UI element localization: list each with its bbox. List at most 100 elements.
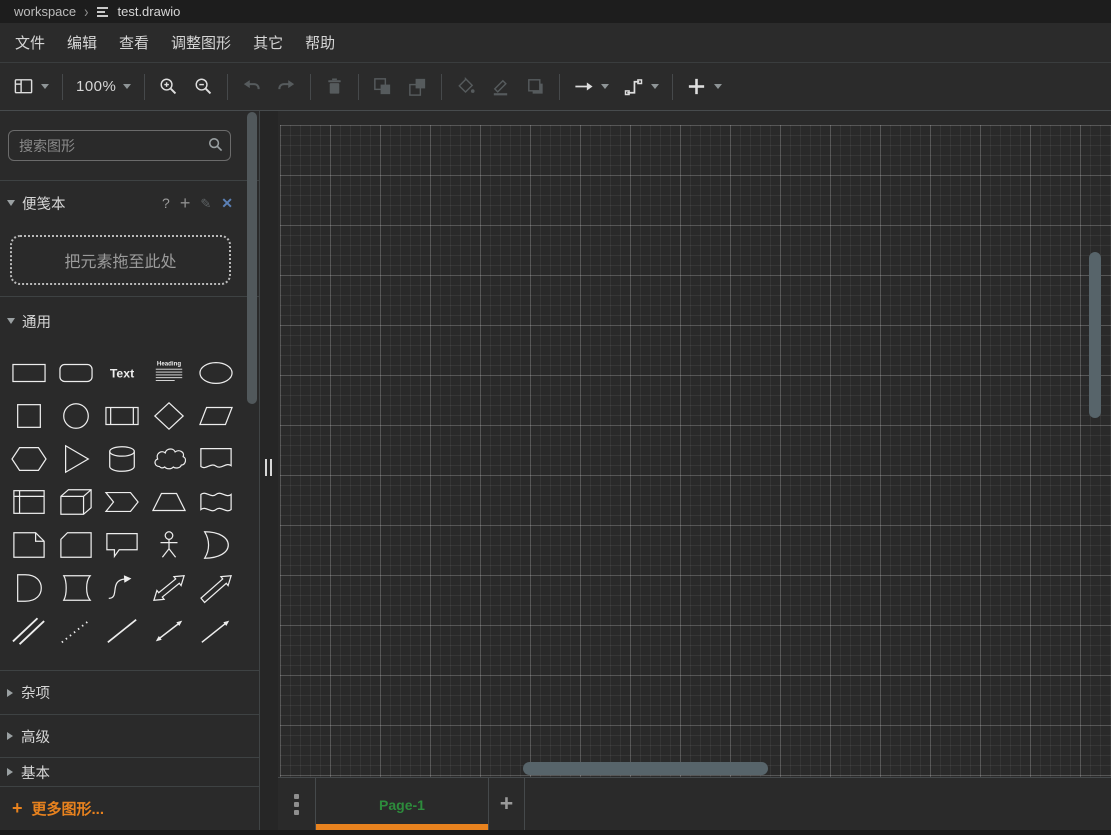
section-basic-title: 基本 <box>21 762 50 783</box>
shape-triangle[interactable] <box>53 437 100 480</box>
search-row <box>0 111 259 180</box>
menu-view[interactable]: 查看 <box>108 27 160 58</box>
canvas-horizontal-scrollbar[interactable] <box>523 762 768 775</box>
shape-parallelogram[interactable] <box>192 394 239 437</box>
svg-text:Heading: Heading <box>157 360 181 367</box>
sidebar-scrollbar[interactable] <box>247 112 257 404</box>
scratchpad-close-button[interactable]: ✕ <box>221 196 233 210</box>
shape-ellipse[interactable] <box>192 351 239 394</box>
scratchpad-add-button[interactable]: + <box>180 194 191 212</box>
shape-callout[interactable] <box>99 523 146 566</box>
shape-actor[interactable] <box>146 523 193 566</box>
shape-note[interactable] <box>6 523 53 566</box>
plus-icon: + <box>12 798 23 819</box>
section-basic[interactable]: 基本 <box>0 758 259 786</box>
shape-rounded-rectangle[interactable] <box>53 351 100 394</box>
shape-tape[interactable] <box>192 480 239 523</box>
toolbar-separator <box>144 74 145 100</box>
scratchpad-header[interactable]: 便笺本 ?+✎✕ <box>0 181 259 225</box>
more-shapes-button[interactable]: + 更多图形... <box>0 787 259 830</box>
toolbar-connection-button[interactable] <box>566 70 616 104</box>
menu-edit[interactable]: 编辑 <box>56 27 108 58</box>
shape-internal-storage[interactable] <box>6 480 53 523</box>
shape-hexagon[interactable] <box>6 437 53 480</box>
toolbar-separator <box>310 74 311 100</box>
shape-data-storage[interactable] <box>53 566 100 609</box>
shape-and[interactable] <box>6 566 53 609</box>
shape-step[interactable] <box>99 480 146 523</box>
shape-bidirectional-connector[interactable] <box>146 609 193 652</box>
toolbar-zoom-in-button[interactable] <box>151 70 186 104</box>
chevron-down-icon <box>7 200 15 206</box>
breadcrumb: workspace › test.drawio <box>0 0 1111 23</box>
shape-bidirectional-arrow[interactable] <box>146 566 193 609</box>
sidebar-splitter[interactable] <box>260 111 278 830</box>
shape-trapezoid[interactable] <box>146 480 193 523</box>
search-input[interactable] <box>8 130 231 161</box>
section-advanced[interactable]: 高级 <box>0 715 259 757</box>
section-general[interactable]: 通用 <box>0 297 259 345</box>
shape-textbox[interactable]: Heading <box>146 351 193 394</box>
more-shapes-label: 更多图形... <box>32 798 105 819</box>
shape-line[interactable] <box>99 609 146 652</box>
connection-icon <box>573 76 594 97</box>
toolbar-insert-button[interactable] <box>679 70 729 104</box>
toolbar-delete-button <box>317 70 352 104</box>
general-shape-grid: Text Heading <box>0 345 259 670</box>
shape-text[interactable]: Text <box>99 351 146 394</box>
shape-process[interactable] <box>99 394 146 437</box>
shape-directional-connector[interactable] <box>192 609 239 652</box>
svg-text:Text: Text <box>110 366 134 380</box>
toolbar-separator <box>672 74 673 100</box>
toolbar-view-panel-button[interactable] <box>6 70 56 104</box>
scratchpad-actions: ? + ✎ ✕ <box>162 181 233 225</box>
toolbar-zoom-level-button[interactable]: 100% <box>69 70 138 104</box>
shape-circle[interactable] <box>53 394 100 437</box>
splitter-grip-icon <box>265 459 272 476</box>
shape-diamond[interactable] <box>146 394 193 437</box>
chevron-down-icon <box>651 84 659 89</box>
shape-cloud[interactable] <box>146 437 193 480</box>
scratchpad-dropzone-row: 把元素拖至此处 <box>0 225 259 296</box>
breadcrumb-file[interactable]: test.drawio <box>117 4 180 19</box>
canvas-vertical-scrollbar[interactable] <box>1089 252 1101 418</box>
scratchpad-help-button[interactable]: ? <box>162 196 170 210</box>
shadow-icon <box>525 76 546 97</box>
shape-or[interactable] <box>192 523 239 566</box>
page-tab-page-1[interactable]: Page-1 <box>315 778 489 831</box>
scratchpad-dropzone[interactable]: 把元素拖至此处 <box>10 235 231 285</box>
shape-arrow[interactable] <box>192 566 239 609</box>
shape-document[interactable] <box>192 437 239 480</box>
zoom-out-icon <box>193 76 214 97</box>
toolbar-undo-button <box>234 70 269 104</box>
chevron-down-icon <box>7 318 15 324</box>
breadcrumb-folder[interactable]: workspace <box>14 4 76 19</box>
toolbar-waypoints-button[interactable] <box>616 70 666 104</box>
shape-link[interactable] <box>6 609 53 652</box>
shape-square[interactable] <box>6 394 53 437</box>
menu-bar: 文件编辑查看调整图形其它帮助 <box>0 23 1111 63</box>
shape-cube[interactable] <box>53 480 100 523</box>
pages-menu-button[interactable] <box>278 778 315 831</box>
waypoints-icon <box>623 76 644 97</box>
menu-extras[interactable]: 其它 <box>242 27 294 58</box>
section-general-title: 通用 <box>22 311 51 332</box>
shape-rectangle[interactable] <box>6 351 53 394</box>
to-back-icon <box>407 76 428 97</box>
toolbar-zoom-out-button[interactable] <box>186 70 221 104</box>
shape-dotted-line[interactable] <box>53 609 100 652</box>
section-misc[interactable]: 杂项 <box>0 671 259 714</box>
menu-arrange[interactable]: 调整图形 <box>160 27 242 58</box>
redo-icon <box>276 76 297 97</box>
scratchpad-edit-button[interactable]: ✎ <box>200 197 211 210</box>
shape-card[interactable] <box>53 523 100 566</box>
shape-curve[interactable] <box>99 566 146 609</box>
menu-file[interactable]: 文件 <box>4 27 56 58</box>
menu-help[interactable]: 帮助 <box>294 27 346 58</box>
search-icon <box>208 137 223 157</box>
add-page-button[interactable]: + <box>489 778 525 831</box>
page-tab-label: Page-1 <box>379 797 425 813</box>
toolbar-to-back-button <box>400 70 435 104</box>
drawing-canvas[interactable] <box>278 111 1111 777</box>
shape-cylinder[interactable] <box>99 437 146 480</box>
